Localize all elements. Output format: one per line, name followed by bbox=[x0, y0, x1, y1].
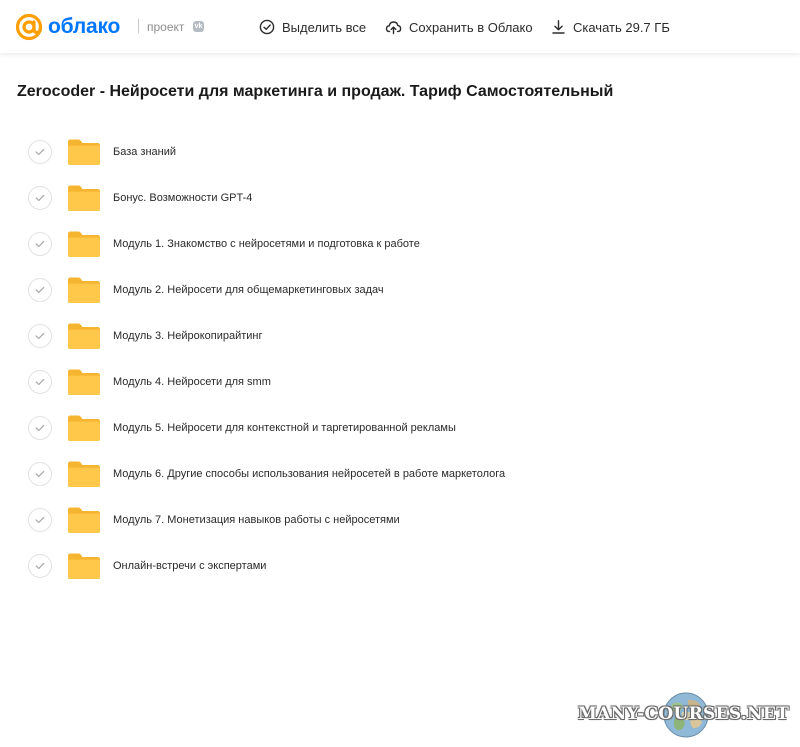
checkmark-icon bbox=[35, 240, 45, 247]
select-checkbox[interactable] bbox=[28, 278, 52, 302]
file-name: Онлайн-встречи с экспертами bbox=[113, 560, 267, 572]
checkmark-icon bbox=[35, 332, 45, 339]
select-checkbox[interactable] bbox=[28, 416, 52, 440]
select-checkbox[interactable] bbox=[28, 140, 52, 164]
checkmark-icon bbox=[35, 148, 45, 155]
folder-icon[interactable] bbox=[67, 506, 101, 534]
checkmark-icon bbox=[35, 470, 45, 477]
folder-icon[interactable] bbox=[67, 276, 101, 304]
file-row[interactable]: Модуль 7. Монетизация навыков работы с н… bbox=[0, 497, 800, 543]
folder-icon[interactable] bbox=[67, 138, 101, 166]
logo-divider bbox=[138, 19, 139, 33]
checkmark-icon bbox=[35, 286, 45, 293]
save-to-cloud-label: Сохранить в Облако bbox=[409, 19, 533, 35]
file-row[interactable]: Модуль 6. Другие способы использования н… bbox=[0, 451, 800, 497]
page-title: Zerocoder - Нейросети для маркетинга и п… bbox=[17, 83, 614, 100]
vk-badge-icon: vk bbox=[193, 21, 204, 32]
download-label: Скачать 29.7 ГБ bbox=[573, 19, 670, 35]
watermark-text: MANY-COURSES.NET bbox=[578, 704, 790, 724]
checkmark-icon bbox=[35, 378, 45, 385]
folder-icon[interactable] bbox=[67, 368, 101, 396]
oblako-logo[interactable]: облако bbox=[15, 12, 120, 42]
file-row[interactable]: Модуль 2. Нейросети для общемаркетинговы… bbox=[0, 267, 800, 313]
select-checkbox[interactable] bbox=[28, 324, 52, 348]
file-name: Модуль 4. Нейросети для smm bbox=[113, 376, 271, 388]
file-list: База знаний Бонус. Возможности GPT-4 Мод… bbox=[0, 129, 800, 589]
select-checkbox[interactable] bbox=[28, 370, 52, 394]
file-name: База знаний bbox=[113, 146, 177, 158]
file-name: Модуль 7. Монетизация навыков работы с н… bbox=[113, 514, 400, 526]
file-name: Модуль 5. Нейросети для контекстной и та… bbox=[113, 422, 456, 434]
file-row[interactable]: Модуль 1. Знакомство с нейросетями и под… bbox=[0, 221, 800, 267]
folder-icon[interactable] bbox=[67, 322, 101, 350]
folder-icon[interactable] bbox=[67, 460, 101, 488]
file-row[interactable]: Модуль 5. Нейросети для контекстной и та… bbox=[0, 405, 800, 451]
select-checkbox[interactable] bbox=[28, 508, 52, 532]
cloud-upload-icon bbox=[385, 21, 402, 35]
select-all-button[interactable]: Выделить все bbox=[259, 17, 366, 37]
select-checkbox[interactable] bbox=[28, 554, 52, 578]
logo-text: облако bbox=[48, 15, 121, 38]
file-row[interactable]: Онлайн-встречи с экспертами bbox=[0, 543, 800, 589]
download-icon bbox=[552, 20, 565, 34]
project-label: проект bbox=[147, 20, 185, 34]
file-name: Модуль 2. Нейросети для общемаркетинговы… bbox=[113, 284, 384, 296]
select-checkbox[interactable] bbox=[28, 462, 52, 486]
check-circle-icon bbox=[259, 19, 275, 35]
download-button[interactable]: Скачать 29.7 ГБ bbox=[551, 17, 670, 37]
select-checkbox[interactable] bbox=[28, 186, 52, 210]
file-row[interactable]: Модуль 3. Нейрокопирайтинг bbox=[0, 313, 800, 359]
folder-icon[interactable] bbox=[67, 230, 101, 258]
file-name: Модуль 6. Другие способы использования н… bbox=[113, 468, 506, 480]
checkmark-icon bbox=[35, 424, 45, 431]
at-sign-logo-icon bbox=[15, 13, 43, 41]
file-name: Бонус. Возможности GPT-4 bbox=[113, 192, 253, 204]
checkmark-icon bbox=[35, 194, 45, 201]
watermark: MANY-COURSES.NET bbox=[578, 690, 798, 742]
checkmark-icon bbox=[35, 516, 45, 523]
file-row[interactable]: Бонус. Возможности GPT-4 bbox=[0, 175, 800, 221]
top-header: облако проект vk Выделить все Сохранить … bbox=[0, 0, 800, 53]
folder-icon[interactable] bbox=[67, 552, 101, 580]
checkmark-icon bbox=[35, 562, 45, 569]
folder-icon[interactable] bbox=[67, 414, 101, 442]
file-row[interactable]: База знаний bbox=[0, 129, 800, 175]
save-to-cloud-button[interactable]: Сохранить в Облако bbox=[385, 17, 533, 37]
file-name: Модуль 1. Знакомство с нейросетями и под… bbox=[113, 238, 420, 250]
select-checkbox[interactable] bbox=[28, 232, 52, 256]
file-name: Модуль 3. Нейрокопирайтинг bbox=[113, 330, 263, 342]
file-row[interactable]: Модуль 4. Нейросети для smm bbox=[0, 359, 800, 405]
select-all-label: Выделить все bbox=[282, 19, 367, 35]
folder-icon[interactable] bbox=[67, 184, 101, 212]
